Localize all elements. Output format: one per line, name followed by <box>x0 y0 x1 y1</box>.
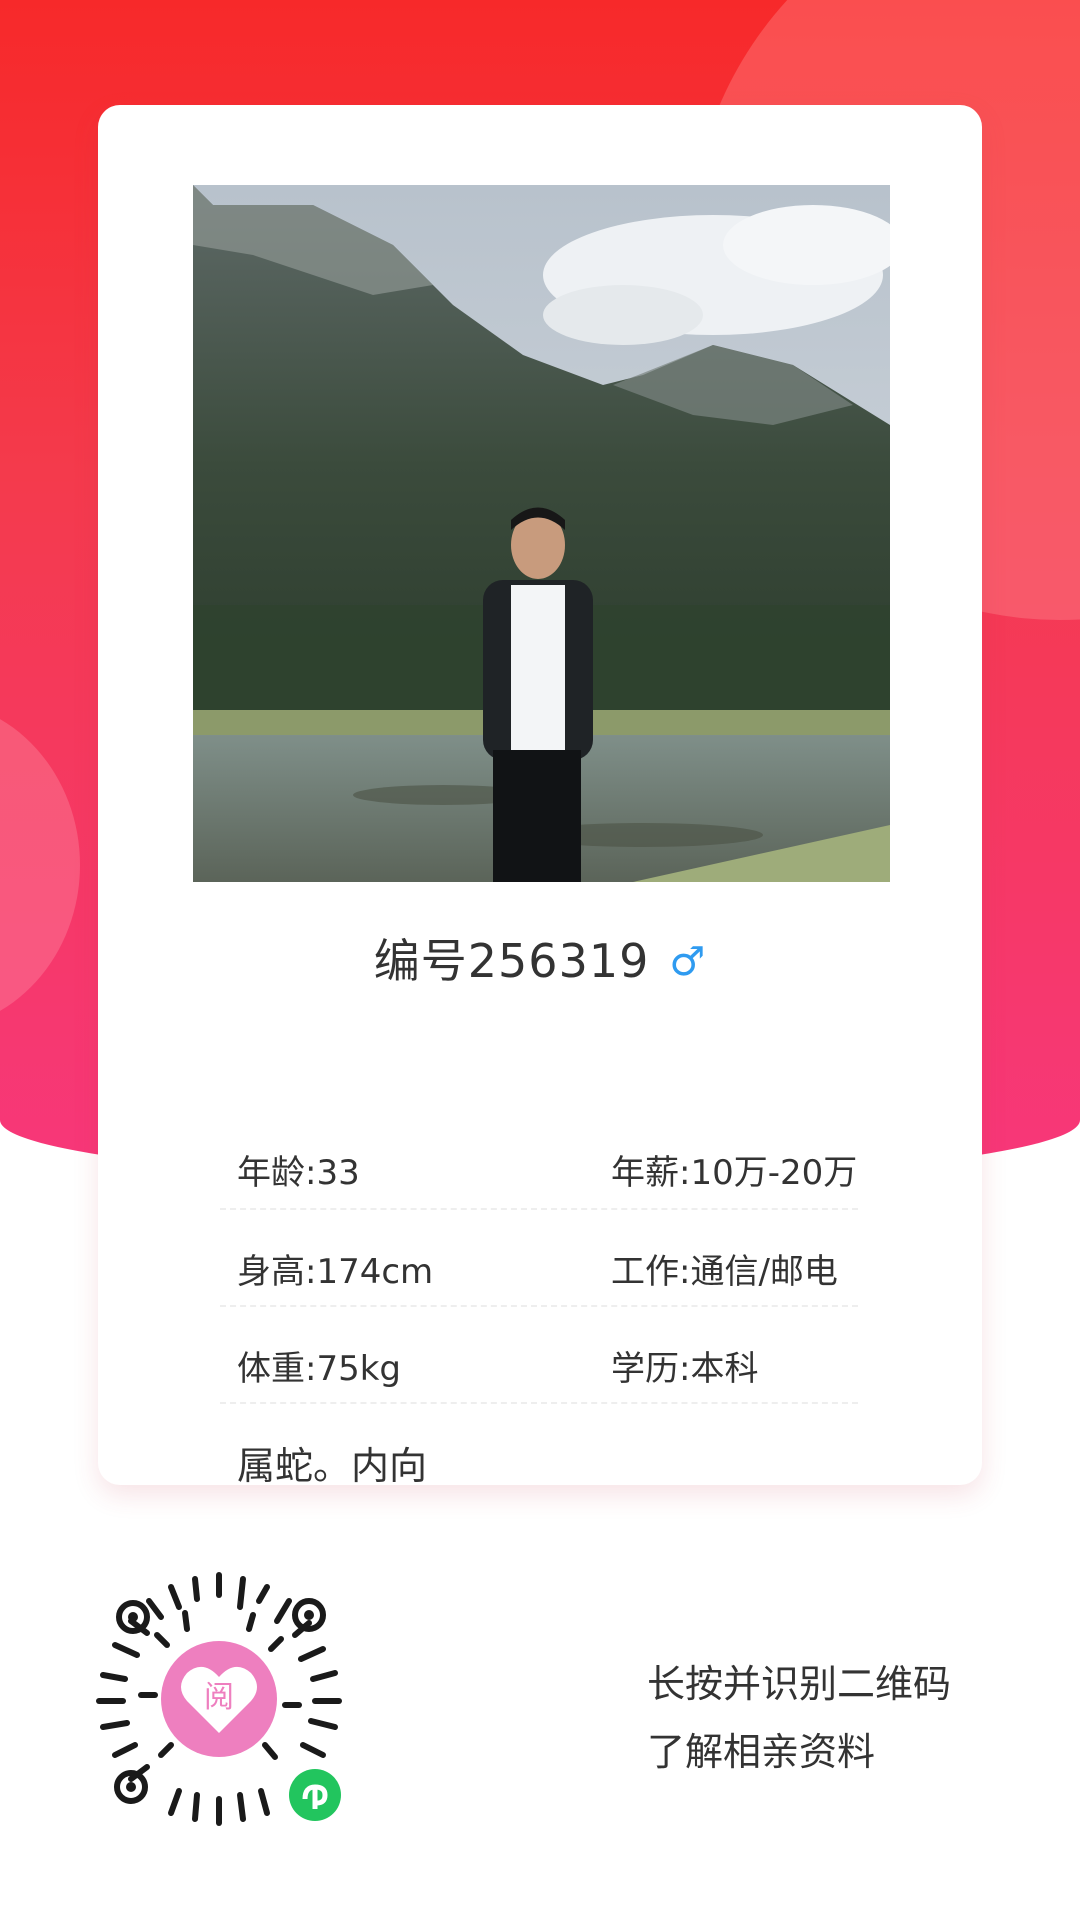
income-value: 年薪:10万-20万 <box>611 1153 858 1193</box>
mini-program-qr-code[interactable]: 阅 <box>75 1555 363 1843</box>
male-symbol-icon: ♂ <box>669 939 707 985</box>
info-row: 体重:75kg 学历:本科 <box>220 1307 858 1404</box>
height-value: 身高:174cm <box>237 1252 434 1292</box>
profile-id: 编号256319 <box>373 934 650 988</box>
profile-card: 编号256319 ♂ 年龄:33 年薪:10万-20万 身高:174cm 工作:通… <box>98 105 982 1488</box>
weight-value: 体重:75kg <box>237 1349 401 1389</box>
profile-note: 属蛇。内向 <box>237 1444 428 1488</box>
landscape-photo-illustration <box>193 185 890 882</box>
age-value: 年龄:33 <box>237 1153 360 1193</box>
svg-text:阅: 阅 <box>204 1680 234 1715</box>
decorative-circle <box>0 700 80 1030</box>
qr-instructions: 长按并识别二维码 了解相亲资料 <box>647 1650 951 1786</box>
qr-code-icon: 阅 <box>96 1572 342 1826</box>
info-row: 身高:174cm 工作:通信/邮电 <box>220 1210 858 1307</box>
occupation-value: 工作:通信/邮电 <box>611 1252 838 1292</box>
profile-id-title: 编号256319 ♂ <box>98 925 982 991</box>
profile-photo <box>193 185 890 882</box>
info-row: 年龄:33 年薪:10万-20万 <box>220 1115 858 1210</box>
qr-instruction-line-1: 长按并识别二维码 <box>647 1662 952 1706</box>
profile-info-table: 年龄:33 年薪:10万-20万 身高:174cm 工作:通信/邮电 体重:75… <box>220 1115 858 1404</box>
education-value: 学历:本科 <box>611 1349 759 1389</box>
qr-instruction-line-2: 了解相亲资料 <box>647 1730 876 1774</box>
